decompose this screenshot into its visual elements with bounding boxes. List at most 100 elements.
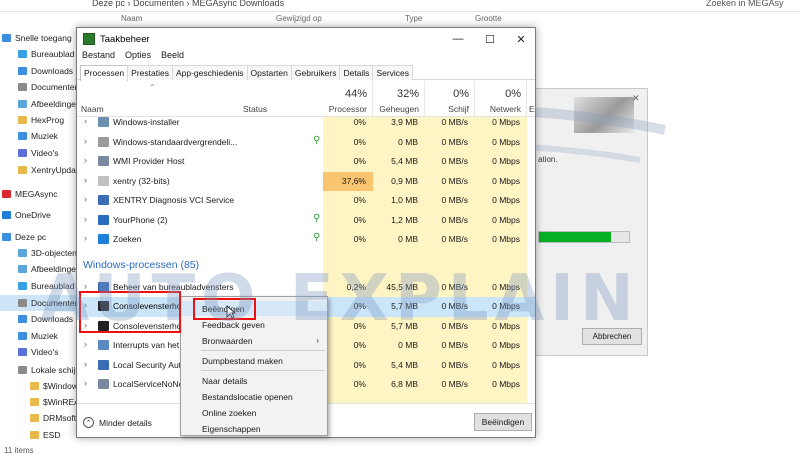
context-menu-item[interactable]: Naar details [181, 373, 327, 388]
process-row[interactable]: › Windows-standaardvergrendeli... ⚲ 0% 0 MB 0… [77, 133, 535, 153]
expand-chevron-icon[interactable]: › [84, 117, 87, 126]
minimize-icon[interactable]: — [443, 30, 473, 48]
column-extra[interactable]: E [529, 104, 535, 114]
tab[interactable]: Details [339, 65, 374, 80]
sidebar-item[interactable]: Bureaublad [0, 46, 80, 62]
end-task-button[interactable]: Beëindigen [474, 413, 532, 431]
process-row[interactable]: › Windows-installer 0% 3,9 MB 0 MB/s 0 Mbps [77, 117, 535, 133]
sidebar-item[interactable]: XentryUpdate [0, 162, 80, 178]
search-input[interactable]: Zoeken in MEGAsy [706, 0, 784, 8]
folder-icon [18, 149, 27, 157]
expand-chevron-icon[interactable]: › [84, 378, 87, 388]
sidebar-item[interactable]: Video's [0, 344, 80, 360]
expand-chevron-icon[interactable]: › [84, 194, 87, 204]
sidebar-item[interactable]: Bureaublad [0, 278, 80, 294]
sidebar-item[interactable]: DRMsoft [0, 410, 80, 426]
context-menu-item[interactable]: Bestandslocatie openen [181, 389, 327, 404]
tab[interactable]: Opstarten [246, 65, 292, 80]
sidebar-item[interactable]: Documenten [0, 295, 80, 311]
sidebar-item[interactable]: $Windows [0, 378, 80, 394]
menu-item[interactable]: Opties [125, 50, 151, 64]
sidebar-item[interactable]: Afbeeldingen [0, 96, 80, 112]
process-row[interactable]: › Zoeken ⚲ 0% 0 MB 0 MB/s 0 Mbps [77, 230, 535, 250]
process-icon [98, 234, 109, 244]
process-icon [98, 359, 109, 370]
title-bar[interactable]: Taakbeheer — ☐ ✕ [77, 28, 535, 50]
column-cpu[interactable]: 44% Processor [323, 81, 373, 117]
sidebar-item[interactable]: Lokale schijf [0, 362, 80, 378]
sidebar-item-label: Bureaublad [31, 281, 75, 291]
expand-chevron-icon[interactable]: › [84, 136, 87, 146]
expand-chevron-icon[interactable]: › [84, 155, 87, 165]
process-icon [98, 379, 109, 389]
expand-chevron-icon[interactable]: › [84, 281, 87, 291]
tab[interactable]: Gebruikers [290, 65, 341, 80]
process-cpu-value: 0,2% [346, 281, 366, 292]
process-row[interactable]: › WMI Provider Host 0% 5,4 MB 0 MB/s 0 Mbps [77, 152, 535, 172]
sidebar-item[interactable]: $WinREAgent [0, 394, 80, 410]
folder-icon [18, 332, 27, 340]
process-disk-value: 0 MB/s [441, 379, 468, 389]
process-row[interactable]: › XENTRY Diagnosis VCI Service 0% 1,0 MB 0 M… [77, 191, 535, 211]
column-type[interactable]: Type [405, 14, 422, 23]
expand-chevron-icon[interactable]: › [84, 175, 87, 185]
group-header-windows-processes[interactable]: Windows-processen (85) [83, 259, 199, 271]
column-memory[interactable]: 32% Geheugen [373, 81, 425, 117]
explorer-address-bar[interactable]: Deze pc › Documenten › MEGAsync Download… [0, 0, 800, 12]
tab[interactable]: App-geschiedenis [171, 65, 248, 80]
expand-chevron-icon[interactable]: › [84, 339, 87, 349]
process-name: Windows-standaardvergrendeli... [113, 136, 238, 147]
sidebar-item[interactable]: Video's [0, 145, 80, 161]
column-disk[interactable]: 0% Schijf [425, 81, 475, 117]
sidebar-item[interactable]: Muziek [0, 328, 80, 344]
process-row[interactable]: › YourPhone (2) ⚲ 0% 1,2 MB 0 MB/s 0 Mbps [77, 211, 535, 231]
column-status[interactable]: Status [243, 104, 267, 114]
expand-chevron-icon[interactable]: › [84, 359, 87, 369]
sidebar-item[interactable]: Documenten [0, 79, 80, 95]
sidebar-item-label: ESD [43, 430, 61, 440]
sidebar-item[interactable]: Muziek [0, 128, 80, 144]
menu-item[interactable]: Bestand [82, 50, 115, 64]
cancel-button[interactable]: Abbrechen [582, 328, 642, 345]
sidebar-item[interactable]: MEGAsync [0, 186, 80, 202]
expand-chevron-icon[interactable]: › [84, 214, 87, 224]
sidebar-item[interactable]: 3D-objecten [0, 245, 80, 261]
close-icon[interactable]: ✕ [506, 30, 535, 48]
sidebar-item-label: Documenten [31, 82, 80, 92]
close-icon[interactable]: ✕ [632, 93, 640, 104]
column-network[interactable]: 0% Netwerk [475, 81, 527, 117]
sidebar-item[interactable]: Deze pc [0, 229, 80, 245]
sidebar-item[interactable]: HexProg [0, 112, 80, 128]
folder-icon [18, 348, 27, 356]
sidebar-item-label: Snelle toegang [15, 33, 72, 43]
sidebar-item[interactable]: ESD [0, 427, 80, 443]
column-size[interactable]: Grootte [475, 14, 502, 23]
sidebar-item[interactable]: Downloads [0, 63, 80, 79]
column-name[interactable]: Naam [81, 104, 104, 114]
process-icon [98, 195, 109, 205]
tab[interactable]: Prestaties [127, 65, 173, 80]
tab[interactable]: Services [372, 65, 414, 80]
sidebar-item[interactable]: Afbeeldingen [0, 261, 80, 277]
sidebar-item[interactable]: Downloads [0, 311, 80, 327]
highlight-box-end-task [193, 298, 256, 320]
chevron-up-icon[interactable]: ⌃ [83, 417, 94, 428]
tab[interactable]: Processen [80, 65, 129, 81]
context-menu-item[interactable]: Online zoeken [181, 405, 327, 420]
process-row[interactable]: › xentry (32-bits) 37,6% 0,9 MB 0 MB/s 0 Mbps [77, 171, 535, 192]
context-menu-label: Naar details [202, 375, 248, 386]
less-details-link[interactable]: Minder details [99, 418, 152, 428]
column-name[interactable]: Naam [121, 14, 142, 23]
sidebar-item[interactable]: Snelle toegang [0, 30, 80, 46]
menu-item[interactable]: Beeld [161, 50, 184, 64]
context-menu-item[interactable]: Eigenschappen [181, 421, 327, 436]
folder-icon [18, 249, 27, 257]
sidebar-item[interactable]: OneDrive [0, 207, 80, 223]
expand-chevron-icon[interactable]: › [84, 233, 87, 243]
process-mem-value: 5,4 MB [391, 359, 418, 370]
column-modified[interactable]: Gewijzigd op [276, 14, 322, 23]
context-menu-item[interactable]: Dumpbestand maken [181, 353, 327, 368]
maximize-icon[interactable]: ☐ [475, 30, 505, 48]
address-path[interactable]: Deze pc › Documenten › MEGAsync Download… [92, 0, 284, 8]
context-menu-item[interactable]: Bronwaarden › [181, 333, 327, 348]
